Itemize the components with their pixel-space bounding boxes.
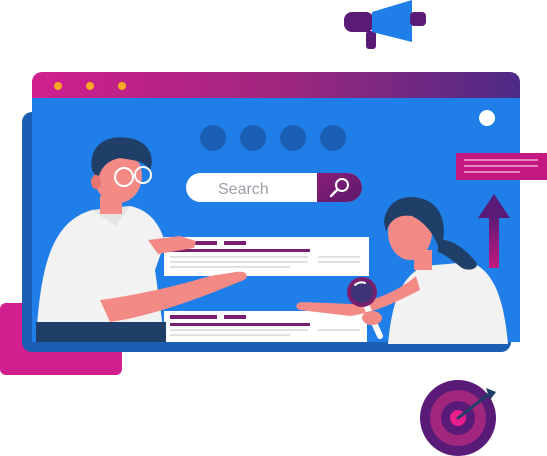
nav-circle-2[interactable]: [240, 125, 266, 151]
window-dot-3[interactable]: [118, 82, 126, 90]
nav-circle-3[interactable]: [280, 125, 306, 151]
stat-card: [456, 153, 547, 180]
search-bar[interactable]: Search: [186, 173, 362, 202]
result-card-2[interactable]: [164, 311, 367, 342]
window-dot-2[interactable]: [86, 82, 94, 90]
megaphone-icon: [344, 0, 426, 49]
window-corner-dot: [479, 110, 495, 126]
target-icon: [420, 380, 496, 456]
nav-circle-4[interactable]: [320, 125, 346, 151]
illustration-stage: Search: [0, 0, 547, 456]
window-dot-1[interactable]: [54, 82, 62, 90]
nav-circle-1[interactable]: [200, 125, 226, 151]
search-placeholder[interactable]: Search: [218, 181, 269, 198]
